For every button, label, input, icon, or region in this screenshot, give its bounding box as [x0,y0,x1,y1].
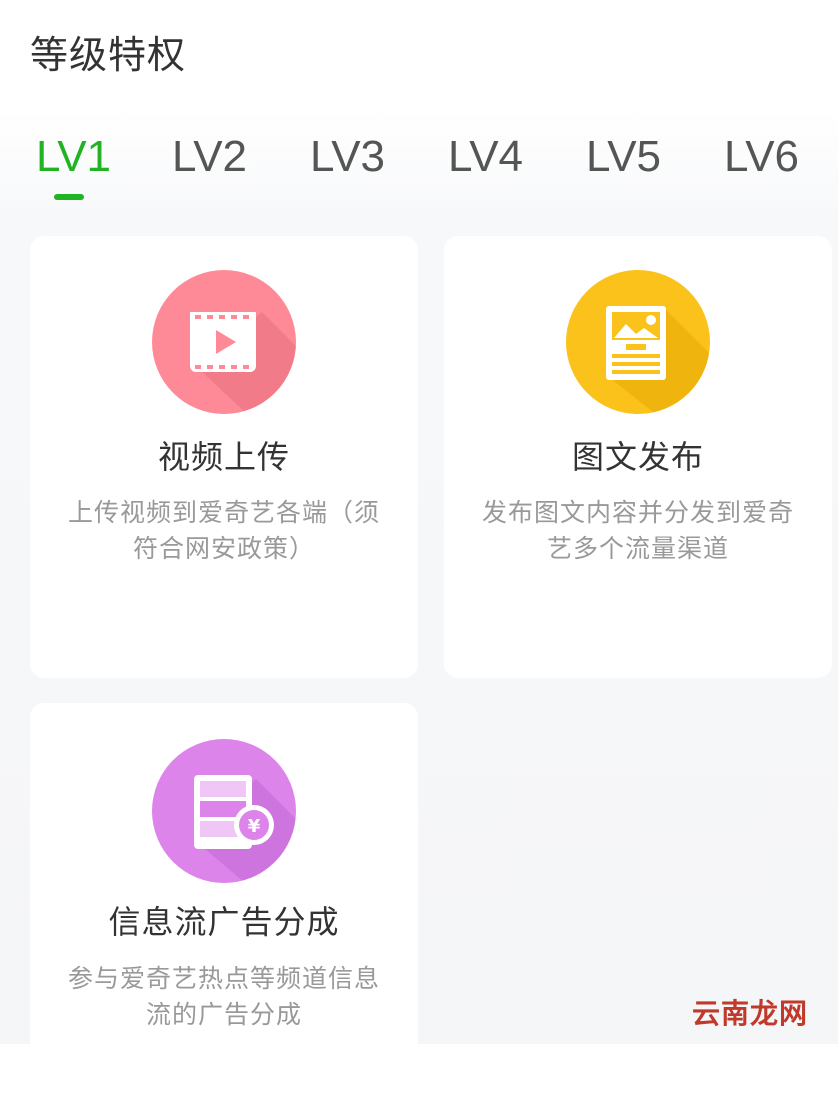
video-upload-icon [152,270,296,414]
card-title: 视频上传 [157,438,290,476]
privilege-card-video-upload[interactable]: 视频上传 上传视频到爱奇艺各端（须符合网安政策） [30,236,418,678]
article-publish-icon [566,270,710,414]
tab-label: LV2 [172,132,248,181]
tab-lv4[interactable]: LV4 [448,130,586,210]
tab-lv5[interactable]: LV5 [586,130,724,210]
card-title: 信息流广告分成 [108,903,340,941]
card-description: 参与爱奇艺热点等频道信息流的广告分成 [67,964,380,1029]
watermark-logo: 云南龙网 [691,997,808,1030]
privilege-card-ad-revenue[interactable]: ¥ 信息流广告分成 参与爱奇艺热点等频道信息流的广告分成 [30,703,418,1103]
card-description: 上传视频到爱奇艺各端（须符合网安政策） [67,498,380,563]
tab-label: LV1 [36,132,112,181]
tab-lv6[interactable]: LV6 [724,130,838,210]
tab-label: LV5 [586,132,662,181]
tab-lv1[interactable]: LV1 [36,130,174,210]
active-tab-indicator [54,194,84,200]
card-title: 图文发布 [571,438,704,476]
tab-lv3[interactable]: LV3 [310,130,448,210]
section-title: 等级特权 [30,33,187,77]
tab-label: LV3 [310,132,386,181]
ad-revenue-icon: ¥ [152,739,296,883]
privilege-card-article-publish[interactable]: 图文发布 发布图文内容并分发到爱奇艺多个流量渠道 [444,236,832,678]
level-tabs: LV1 LV2 LV3 LV4 LV5 LV6 [0,130,838,210]
tab-label: LV4 [448,132,524,181]
svg-text:¥: ¥ [248,816,261,837]
tab-label: LV6 [724,132,800,181]
card-description: 发布图文内容并分发到爱奇艺多个流量渠道 [481,498,794,563]
tab-lv2[interactable]: LV2 [172,130,310,210]
